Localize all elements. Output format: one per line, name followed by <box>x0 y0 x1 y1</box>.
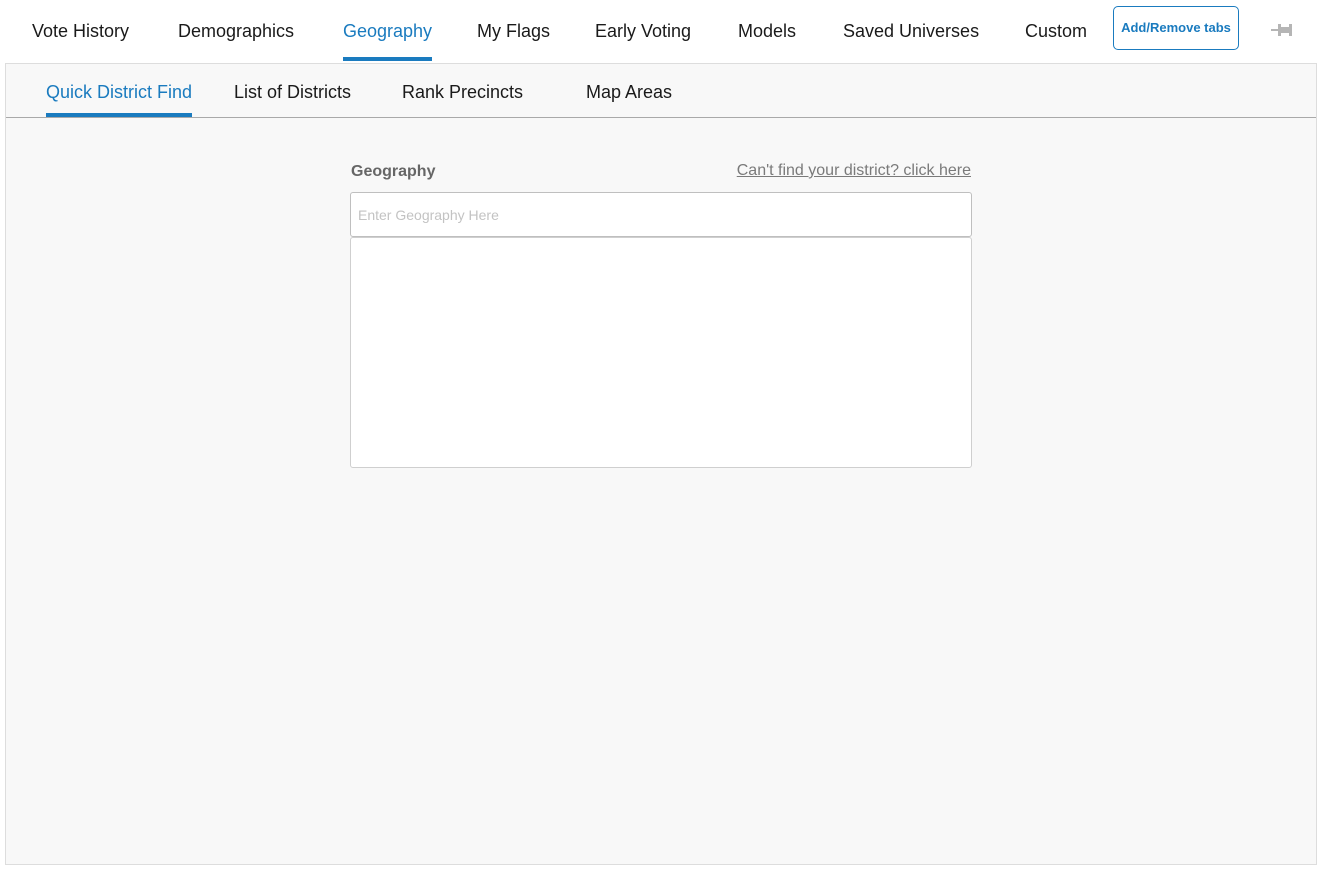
geography-panel: Quick District Find List of Districts Ra… <box>5 63 1317 865</box>
sub-tab-bar: Quick District Find List of Districts Ra… <box>6 64 1316 118</box>
tab-custom[interactable]: Custom <box>1025 0 1087 63</box>
geography-results-list[interactable] <box>350 237 972 468</box>
tab-vote-history[interactable]: Vote History <box>32 0 129 63</box>
pin-icon-graphic <box>1271 24 1292 36</box>
subtab-quick-district-find[interactable]: Quick District Find <box>46 64 193 117</box>
main-tab-bar: Vote History Demographics Geography My F… <box>0 0 1324 63</box>
add-remove-tabs-button[interactable]: Add/Remove tabs <box>1113 6 1239 50</box>
subtab-list-of-districts[interactable]: List of Districts <box>234 64 351 117</box>
subtab-rank-precincts[interactable]: Rank Precincts <box>402 64 523 117</box>
tab-early-voting[interactable]: Early Voting <box>595 0 691 63</box>
tab-models[interactable]: Models <box>738 0 796 63</box>
cant-find-district-link[interactable]: Can't find your district? click here <box>737 162 971 180</box>
subtab-map-areas[interactable]: Map Areas <box>586 64 672 117</box>
geography-search-input[interactable] <box>350 192 972 237</box>
tab-saved-universes[interactable]: Saved Universes <box>843 0 979 63</box>
tab-my-flags[interactable]: My Flags <box>477 0 550 63</box>
geography-field-label: Geography <box>351 163 436 180</box>
tab-geography[interactable]: Geography <box>343 0 433 63</box>
pin-icon[interactable] <box>1271 21 1293 39</box>
tab-demographics[interactable]: Demographics <box>178 0 294 63</box>
